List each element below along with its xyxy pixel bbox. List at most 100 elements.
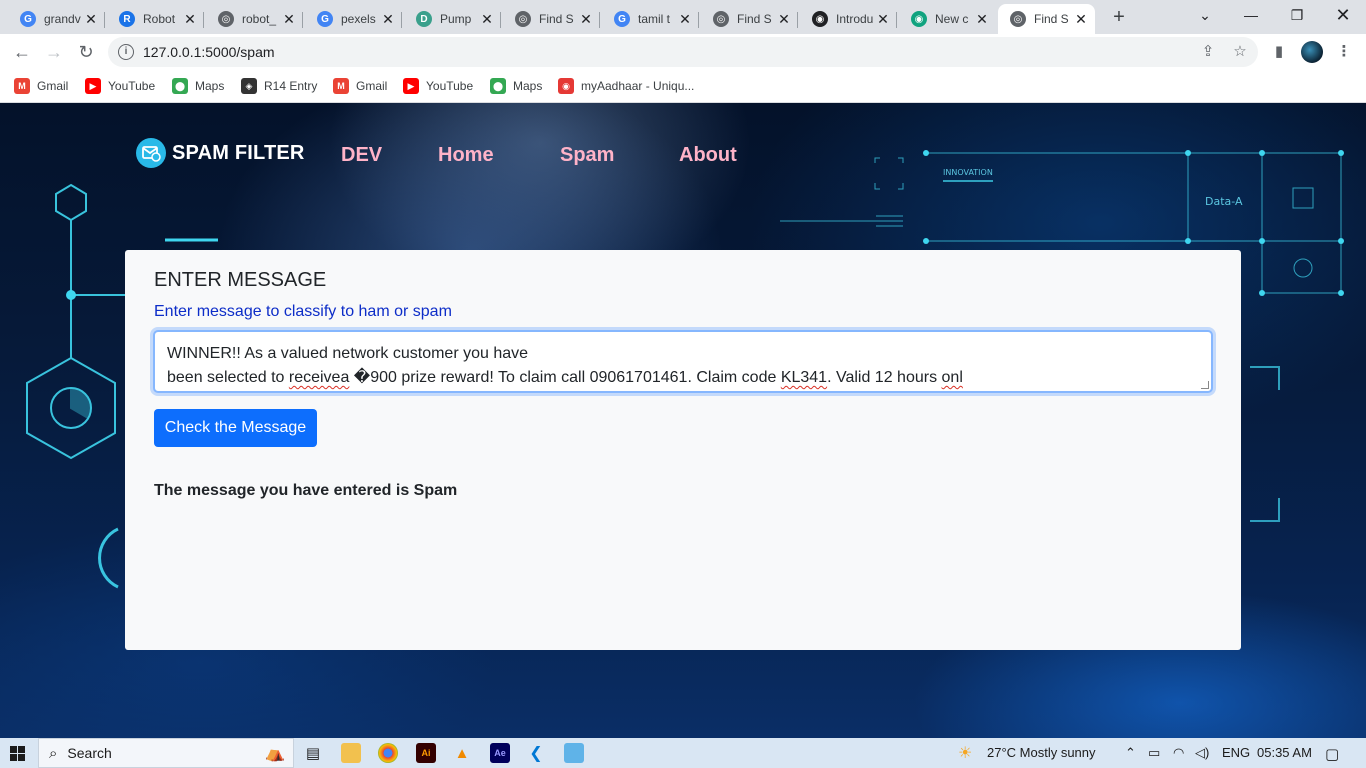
bookmark-label: Maps <box>513 79 543 93</box>
forward-icon[interactable]: → <box>42 40 66 64</box>
browser-tab[interactable]: ◎ Find S ✕ <box>998 4 1095 34</box>
after-effects-icon[interactable]: Ae <box>490 743 510 763</box>
taskbar-search[interactable]: ⌕ Search ⛺ <box>38 738 294 768</box>
tab-favicon-icon: ◎ <box>713 11 729 27</box>
bookmark-label: Gmail <box>37 79 69 93</box>
tab-separator <box>104 12 105 28</box>
tab-title: Robot <box>143 12 176 26</box>
bookmark-item[interactable]: ▶ YouTube <box>403 77 473 95</box>
bookmark-item[interactable]: M Gmail <box>333 77 387 95</box>
tab-close-icon[interactable]: ✕ <box>1073 11 1089 28</box>
bookmark-icon: ▶ <box>85 78 101 94</box>
bookmark-item[interactable]: ⬤ Maps <box>172 77 224 95</box>
wifi-icon[interactable]: ◠ <box>1173 745 1184 761</box>
tab-close-icon[interactable]: ✕ <box>974 11 990 28</box>
side-panel-icon[interactable]: ▮ <box>1269 42 1289 62</box>
browser-tab[interactable]: D Pump ✕ <box>404 4 501 34</box>
message-line-2: been selected to receivea �900 prize rew… <box>167 369 963 386</box>
close-window-button[interactable]: ✕ <box>1320 0 1366 34</box>
bookmark-item[interactable]: ◉ myAadhaar - Uniqu... <box>558 77 694 95</box>
volume-icon[interactable]: ◁) <box>1195 745 1209 761</box>
brand[interactable]: SPAM FILTER <box>136 138 305 168</box>
tab-close-icon[interactable]: ✕ <box>677 11 693 28</box>
reload-icon[interactable]: ↻ <box>74 40 98 64</box>
chrome-icon[interactable] <box>378 743 398 763</box>
tab-title: tamil t <box>638 12 671 26</box>
message-line-1: WINNER!! As a valued network customer yo… <box>167 345 529 362</box>
illustrator-icon[interactable]: Ai <box>416 743 436 763</box>
minimize-button[interactable]: — <box>1228 0 1274 34</box>
clock-time[interactable]: 05:35 AM <box>1257 745 1312 760</box>
tab-close-icon[interactable]: ✕ <box>776 11 792 28</box>
maximize-button[interactable]: ❐ <box>1274 0 1320 34</box>
bookmark-item[interactable]: ▶ YouTube <box>85 77 155 95</box>
browser-tab[interactable]: Gpexels ✕ <box>305 4 402 34</box>
tab-title: Find S <box>1034 12 1069 26</box>
back-icon[interactable]: ← <box>10 40 34 64</box>
tab-close-icon[interactable]: ✕ <box>182 11 198 28</box>
tab-close-icon[interactable]: ✕ <box>83 11 99 28</box>
bookmark-item[interactable]: ◈ R14 Entry <box>241 77 317 95</box>
browser-tab[interactable]: ◉ Introdu ✕ <box>800 4 897 34</box>
tab-separator <box>599 12 600 28</box>
browser-tab[interactable]: ◎ robot_ ✕ <box>206 4 303 34</box>
tab-search-icon[interactable]: ⌄ <box>1182 0 1228 34</box>
bookmark-item[interactable]: ⬤ Maps <box>490 77 542 95</box>
check-message-button[interactable]: Check the Message <box>154 409 317 447</box>
share-icon[interactable]: ⇪ <box>1198 42 1218 62</box>
browser-tab[interactable]: R Robot ✕ <box>107 4 204 34</box>
nav-spam[interactable]: Spam <box>560 144 614 167</box>
windows-start-icon[interactable] <box>10 746 25 761</box>
tab-close-icon[interactable]: ✕ <box>380 11 396 28</box>
tab-separator <box>698 12 699 28</box>
message-card: ENTER MESSAGE Enter message to classify … <box>125 250 1241 650</box>
nav-home[interactable]: Home <box>438 144 494 167</box>
mail-shield-icon <box>136 138 166 168</box>
profile-avatar[interactable] <box>1301 41 1323 63</box>
notifications-icon[interactable]: ▢ <box>1325 745 1339 763</box>
browser-tab[interactable]: ◎ Find S ✕ <box>701 4 798 34</box>
menu-kebab-icon[interactable]: ⋮ <box>1334 42 1354 62</box>
message-textarea[interactable]: WINNER!! As a valued network customer yo… <box>153 330 1213 393</box>
bookmark-icon: ⬤ <box>172 78 188 94</box>
url-text[interactable]: 127.0.0.1:5000/spam <box>143 44 275 60</box>
vscode-icon[interactable]: ❮ <box>526 743 546 763</box>
tab-close-icon[interactable]: ✕ <box>479 11 495 28</box>
site-info-icon[interactable]: i <box>118 44 134 60</box>
tab-title: grandv <box>44 12 81 26</box>
bookmark-icon: ⬤ <box>490 78 506 94</box>
task-view-icon[interactable]: ▤ <box>303 743 323 763</box>
tab-close-icon[interactable]: ✕ <box>578 11 594 28</box>
tab-separator <box>500 12 501 28</box>
page-viewport: INNOVATION Data-A SPAM FILTER DEV Home S… <box>0 103 1366 738</box>
tray-chevron-icon[interactable]: ⌃ <box>1125 745 1136 761</box>
browser-tab[interactable]: ◎ Find S ✕ <box>503 4 600 34</box>
file-explorer-icon[interactable] <box>341 743 361 763</box>
bookmark-icon: ◈ <box>241 78 257 94</box>
notepad-icon[interactable] <box>564 743 584 763</box>
tab-favicon-icon: R <box>119 11 135 27</box>
bookmark-item[interactable]: M Gmail <box>14 77 68 95</box>
browser-tab[interactable]: Ggrandv ✕ <box>8 4 105 34</box>
tab-close-icon[interactable]: ✕ <box>281 11 297 28</box>
weather-text[interactable]: 27°C Mostly sunny <box>987 745 1096 760</box>
tab-title: robot_ <box>242 12 277 26</box>
bookmark-star-icon[interactable]: ☆ <box>1230 42 1250 62</box>
nav-about[interactable]: About <box>679 144 737 167</box>
vlc-icon[interactable]: ▲ <box>452 743 472 763</box>
site-navbar: SPAM FILTER DEV Home Spam About <box>0 103 1366 213</box>
battery-icon[interactable]: ▭ <box>1148 745 1160 761</box>
bookmark-label: Gmail <box>356 79 388 93</box>
resize-handle[interactable] <box>1201 381 1209 389</box>
tab-favicon-icon: G <box>317 11 333 27</box>
new-tab-button[interactable]: + <box>1108 6 1130 28</box>
tab-close-icon[interactable]: ✕ <box>875 11 891 28</box>
bookmark-icon: M <box>14 78 30 94</box>
address-bar[interactable]: i 127.0.0.1:5000/spam <box>108 37 1258 67</box>
browser-tab[interactable]: ◉ New c ✕ <box>899 4 996 34</box>
language-indicator[interactable]: ENG <box>1222 745 1250 760</box>
weather-icon[interactable]: ☀ <box>958 743 972 763</box>
nav-dev[interactable]: DEV <box>341 144 382 167</box>
browser-tab[interactable]: Gtamil t ✕ <box>602 4 699 34</box>
tab-title: Pump <box>440 12 472 26</box>
